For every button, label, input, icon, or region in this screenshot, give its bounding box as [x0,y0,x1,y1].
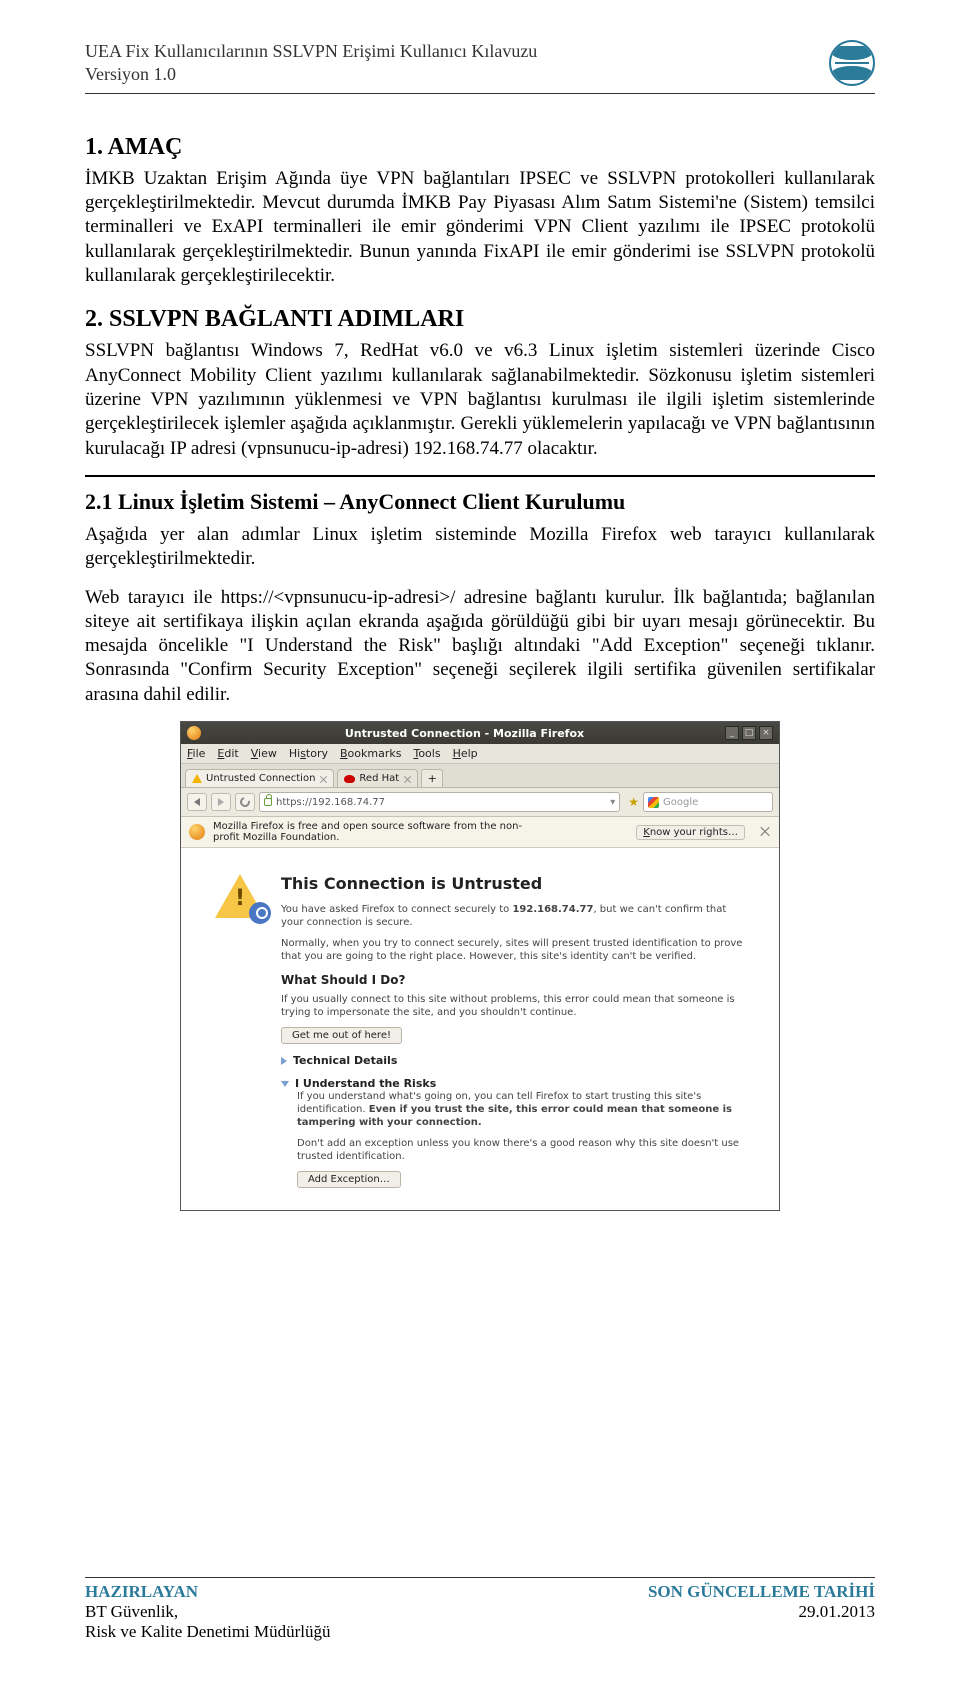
page-header: UEA Fix Kullanıcılarının SSLVPN Erişimi … [85,40,875,94]
divider [85,475,875,477]
bookmark-star-icon[interactable]: ★ [628,795,639,809]
section-2-1-paragraph-2: Web tarayıcı ile https://<vpnsunucu-ip-a… [85,586,875,708]
google-icon [648,797,659,808]
section-2-paragraph: SSLVPN bağlantısı Windows 7, RedHat v6.0… [85,339,875,461]
tab-close-icon[interactable] [403,775,412,784]
what-should-heading: What Should I Do? [281,973,745,987]
footer-right: SON GÜNCELLEME TARİHİ 29.01.2013 [648,1582,875,1642]
menu-bookmarks[interactable]: Bookmarks [340,747,401,760]
reload-icon [238,795,252,809]
tabbar: Untrusted Connection Red Hat + [181,764,779,788]
big-warning-icon: ! [215,874,265,918]
search-placeholder: Google [663,797,698,808]
navbar: https://192.168.74.77 ▾ ★ Google [181,788,779,817]
forward-button[interactable] [211,793,231,811]
infobar: Mozilla Firefox is free and open source … [181,817,779,848]
arrow-left-icon [194,798,200,806]
page-footer: HAZIRLAYAN BT Güvenlik, Risk ve Kalite D… [85,1577,875,1642]
footer-left-line2: Risk ve Kalite Denetimi Müdürlüğü [85,1622,331,1642]
url-text: https://192.168.74.77 [276,797,385,808]
search-input[interactable]: Google [643,792,773,812]
header-line2: Versiyon 1.0 [85,63,537,86]
header-text: UEA Fix Kullanıcılarının SSLVPN Erişimi … [85,40,537,87]
section-1-paragraph: İMKB Uzaktan Erişim Ağında üye VPN bağla… [85,167,875,289]
menu-tools[interactable]: Tools [413,747,440,760]
menubar: File Edit View History Bookmarks Tools H… [181,744,779,764]
url-input[interactable]: https://192.168.74.77 ▾ [259,792,620,812]
untrusted-p3: If you usually connect to this site with… [281,993,745,1019]
redhat-icon [344,775,355,783]
risks-p1: If you understand what's going on, you c… [297,1090,745,1129]
firefox-window: Untrusted Connection - Mozilla Firefox _… [180,721,780,1211]
footer-left-label: HAZIRLAYAN [85,1582,331,1602]
add-exception-button[interactable]: Add Exception… [297,1171,401,1188]
menu-view[interactable]: View [251,747,277,760]
section-2-1-paragraph-1: Aşağıda yer alan adımlar Linux işletim s… [85,523,875,572]
maximize-button[interactable]: □ [742,726,756,740]
lock-icon [264,798,272,806]
technical-details-expander[interactable]: Technical Details [281,1054,745,1067]
chevron-right-icon [281,1057,287,1065]
footer-left: HAZIRLAYAN BT Güvenlik, Risk ve Kalite D… [85,1582,331,1642]
risks-p2: Don't add an exception unless you know t… [297,1137,745,1163]
infobar-close-icon[interactable] [759,826,771,838]
section-1-heading: 1. AMAÇ [85,134,875,161]
menu-file[interactable]: File [187,747,205,760]
understand-risks-expander[interactable]: I Understand the Risks [281,1077,745,1090]
arrow-right-icon [218,798,224,806]
footer-left-line1: BT Güvenlik, [85,1602,331,1622]
untrusted-heading: This Connection is Untrusted [281,874,745,893]
titlebar[interactable]: Untrusted Connection - Mozilla Firefox _… [181,722,779,744]
header-line1: UEA Fix Kullanıcılarının SSLVPN Erişimi … [85,40,537,63]
tab-1-label: Untrusted Connection [206,773,315,784]
know-rights-button[interactable]: Know your rights… [636,825,745,840]
footer-right-label: SON GÜNCELLEME TARİHİ [648,1582,875,1602]
menu-edit[interactable]: Edit [217,747,238,760]
new-tab-button[interactable]: + [421,769,443,787]
company-logo-icon [829,40,875,86]
understand-risks-label: I Understand the Risks [295,1077,436,1090]
firefox-icon [187,726,201,740]
menu-help[interactable]: Help [453,747,478,760]
section-2-heading: 2. SSLVPN BAĞLANTI ADIMLARI [85,306,875,333]
infobar-text: Mozilla Firefox is free and open source … [213,821,543,843]
dropdown-icon[interactable]: ▾ [610,797,615,808]
section-2-1-heading: 2.1 Linux İşletim Sistemi – AnyConnect C… [85,489,875,515]
tab-close-icon[interactable] [319,775,328,784]
close-button[interactable]: × [759,726,773,740]
technical-details-label: Technical Details [293,1054,397,1067]
minimize-button[interactable]: _ [725,726,739,740]
window-title: Untrusted Connection - Mozilla Firefox [207,727,722,740]
warning-icon [192,774,202,783]
firefox-icon [189,824,205,840]
chevron-down-icon [281,1081,289,1087]
untrusted-p2: Normally, when you try to connect secure… [281,937,745,963]
back-button[interactable] [187,793,207,811]
tab-untrusted[interactable]: Untrusted Connection [185,769,334,787]
page-content: ! This Connection is Untrusted You have … [181,848,779,1210]
tab-redhat[interactable]: Red Hat [337,769,418,787]
reload-button[interactable] [235,793,255,811]
menu-history[interactable]: History [289,747,328,760]
footer-right-line1: 29.01.2013 [648,1602,875,1622]
tab-2-label: Red Hat [359,773,399,784]
untrusted-p1: You have asked Firefox to connect secure… [281,903,745,929]
get-out-button[interactable]: Get me out of here! [281,1027,402,1044]
